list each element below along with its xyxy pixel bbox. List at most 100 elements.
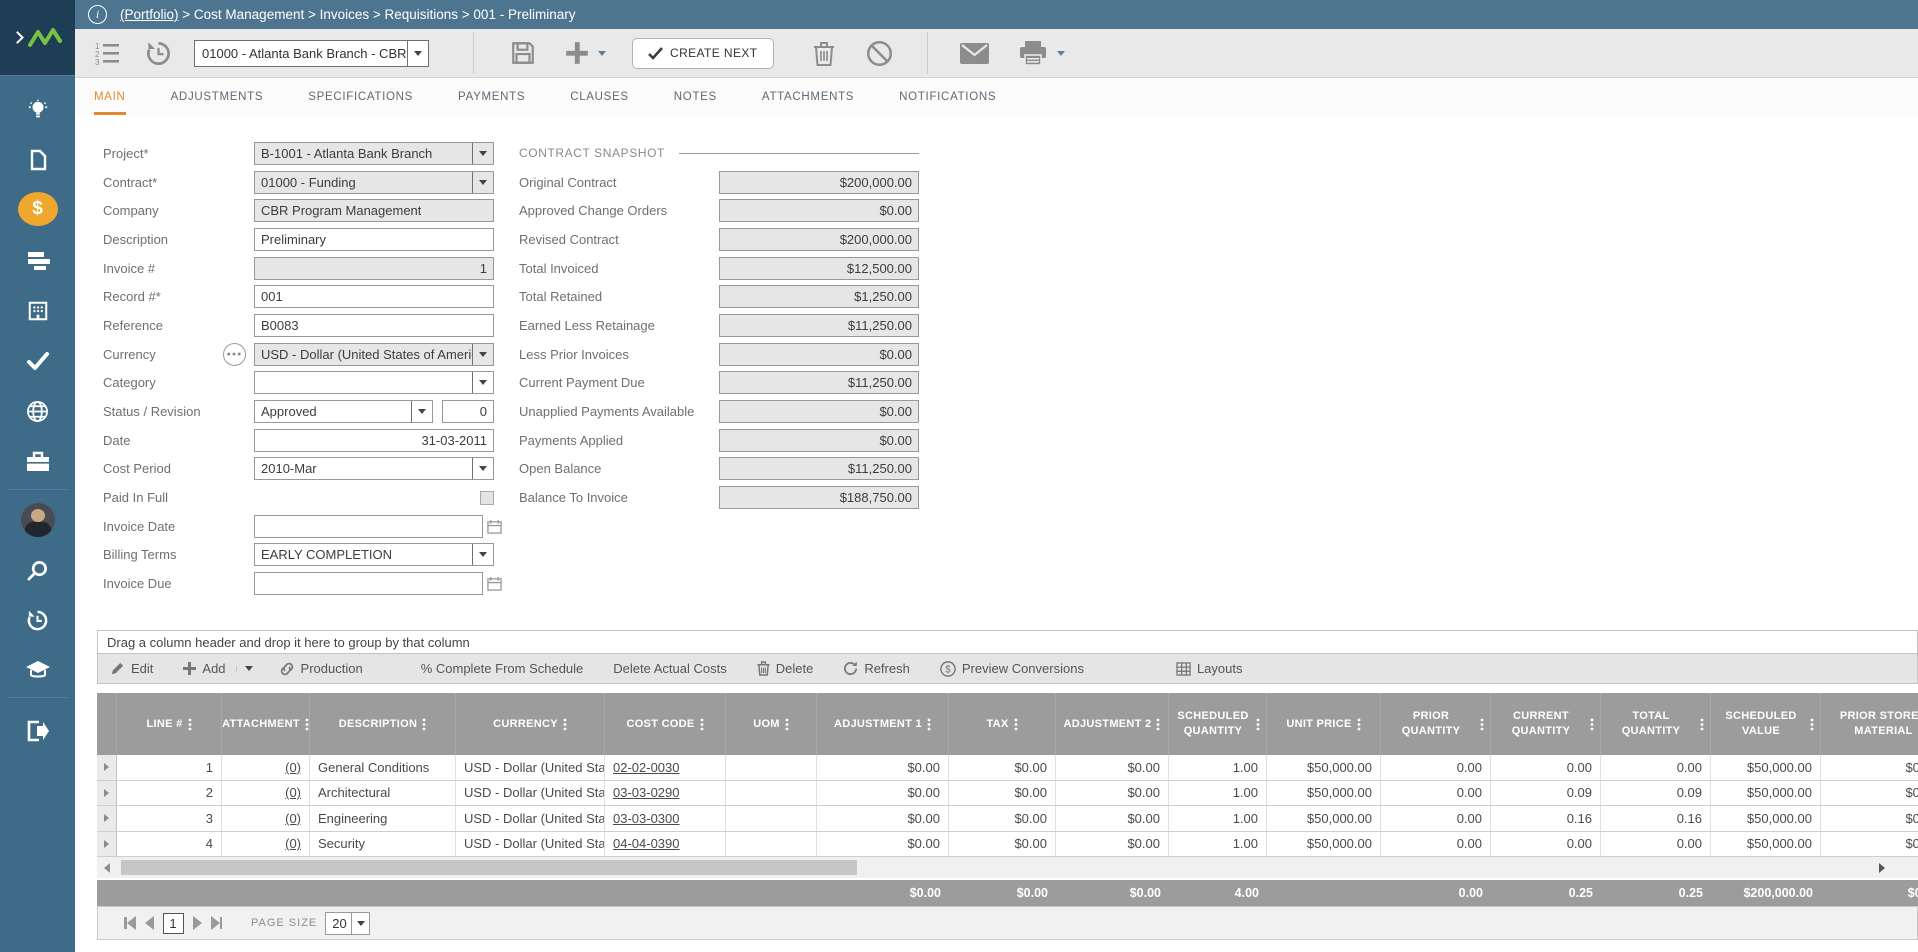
attachment-link[interactable]: (0) <box>285 785 301 800</box>
tab-attachments[interactable]: ATTACHMENTS <box>762 78 854 115</box>
column-menu-icon[interactable] <box>700 718 704 731</box>
header-scheduled-value[interactable]: SCHEDULED VALUE <box>1711 693 1821 755</box>
header-cost-code[interactable]: COST CODE <box>605 693 726 755</box>
print-dropdown-caret[interactable] <box>1057 51 1065 56</box>
header-attachment[interactable]: ATTACHMENT <box>222 693 310 755</box>
category-select[interactable] <box>254 371 494 394</box>
scroll-right-arrow[interactable] <box>1872 857 1892 878</box>
list-bars-icon[interactable] <box>0 241 75 281</box>
currency-select[interactable]: USD - Dollar (United States of America) <box>254 343 494 366</box>
column-menu-icon[interactable] <box>1256 718 1260 731</box>
tab-specifications[interactable]: SPECIFICATIONS <box>308 78 413 115</box>
header-adjustment-2[interactable]: ADJUSTMENT 2 <box>1056 693 1169 755</box>
cost-code-link[interactable]: 03-03-0290 <box>613 785 680 800</box>
date-input[interactable]: 31-03-2011 <box>254 429 494 452</box>
add-button[interactable]: Add <box>183 661 225 676</box>
prev-page-button[interactable] <box>145 916 154 930</box>
row-expand-button[interactable] <box>97 806 117 831</box>
status-select[interactable]: Approved <box>254 400 433 423</box>
layouts-button[interactable]: Layouts <box>1176 661 1243 676</box>
header-tax[interactable]: TAX <box>949 693 1056 755</box>
group-by-panel[interactable]: Drag a column header and drop it here to… <box>97 630 1918 654</box>
record-selector-dropdown[interactable]: 01000 - Atlanta Bank Branch - CBR P <box>194 40 429 67</box>
billing-terms-select[interactable]: EARLY COMPLETION <box>254 543 494 566</box>
header-description[interactable]: DESCRIPTION <box>310 693 456 755</box>
header-total-quantity[interactable]: TOTAL QUANTITY <box>1601 693 1711 755</box>
user-avatar[interactable] <box>0 500 75 540</box>
column-menu-icon[interactable] <box>1810 718 1814 731</box>
add-dropdown-caret[interactable] <box>598 51 606 56</box>
history-icon[interactable] <box>0 600 75 640</box>
row-expand-button[interactable] <box>97 781 117 806</box>
project-select[interactable]: B-1001 - Atlanta Bank Branch <box>254 142 494 165</box>
info-icon[interactable]: i <box>88 5 107 24</box>
header-prior-stored-material[interactable]: PRIOR STORED MATERIAL <box>1821 693 1918 755</box>
breadcrumb-portfolio-link[interactable]: (Portfolio) <box>120 7 179 22</box>
column-menu-icon[interactable] <box>1014 718 1018 731</box>
logout-icon[interactable] <box>0 711 75 751</box>
calendar-icon[interactable] <box>487 519 502 534</box>
revision-input[interactable]: 0 <box>442 400 494 423</box>
row-expand-button[interactable] <box>97 832 117 857</box>
graduation-cap-icon[interactable] <box>0 650 75 690</box>
tab-payments[interactable]: PAYMENTS <box>458 78 525 115</box>
calendar-icon[interactable] <box>487 576 502 591</box>
header-prior-quantity[interactable]: PRIOR QUANTITY <box>1381 693 1491 755</box>
column-menu-icon[interactable] <box>1357 718 1361 731</box>
header-line-number[interactable]: LINE # <box>117 693 222 755</box>
header-adjustment-1[interactable]: ADJUSTMENT 1 <box>817 693 949 755</box>
column-menu-icon[interactable] <box>1480 718 1484 731</box>
currency-options-button[interactable]: ●●● <box>223 343 246 366</box>
tab-main[interactable]: MAIN <box>94 78 126 115</box>
delete-actual-costs-button[interactable]: Delete Actual Costs <box>613 661 726 676</box>
column-menu-icon[interactable] <box>1700 718 1704 731</box>
scrollbar-track[interactable] <box>117 857 1872 878</box>
record-number-input[interactable]: 001 <box>254 285 494 308</box>
last-page-button[interactable] <box>211 916 223 930</box>
scrollbar-thumb[interactable] <box>121 860 857 875</box>
print-icon[interactable] <box>1019 41 1047 66</box>
row-expand-button[interactable] <box>97 755 117 780</box>
attachment-link[interactable]: (0) <box>285 811 301 826</box>
tab-clauses[interactable]: CLAUSES <box>570 78 629 115</box>
column-menu-icon[interactable] <box>1590 718 1594 731</box>
delete-button[interactable]: Delete <box>757 661 814 676</box>
next-page-button[interactable] <box>193 916 202 930</box>
add-dropdown-caret[interactable] <box>236 666 253 671</box>
current-page-number[interactable]: 1 <box>163 913 184 934</box>
refresh-button[interactable]: Refresh <box>843 661 910 676</box>
column-menu-icon[interactable] <box>305 718 309 731</box>
briefcase-icon[interactable] <box>0 441 75 481</box>
contract-select[interactable]: 01000 - Funding <box>254 171 494 194</box>
column-menu-icon[interactable] <box>1156 718 1160 731</box>
search-icon[interactable] <box>0 550 75 590</box>
cost-code-link[interactable]: 03-03-0300 <box>613 811 680 826</box>
documents-icon[interactable] <box>0 140 75 180</box>
production-button[interactable]: Production <box>279 661 363 676</box>
save-icon[interactable] <box>510 40 536 66</box>
column-menu-icon[interactable] <box>188 718 192 731</box>
column-menu-icon[interactable] <box>563 718 567 731</box>
cancel-icon[interactable] <box>866 40 893 67</box>
cost-period-select[interactable]: 2010-Mar <box>254 457 494 480</box>
cost-dollar-icon-active[interactable]: $ <box>0 189 75 229</box>
delete-icon[interactable] <box>812 40 836 67</box>
pct-complete-from-schedule-button[interactable]: % Complete From Schedule <box>421 661 584 676</box>
scroll-left-arrow[interactable] <box>97 857 117 878</box>
edit-button[interactable]: Edit <box>110 661 153 676</box>
mail-icon[interactable] <box>960 43 989 64</box>
ideas-lightbulb-icon[interactable] <box>0 90 75 130</box>
building-icon[interactable] <box>0 291 75 331</box>
add-icon[interactable] <box>564 40 590 66</box>
invoice-due-input[interactable] <box>254 572 483 595</box>
attachment-link[interactable]: (0) <box>285 836 301 851</box>
description-input[interactable]: Preliminary <box>254 228 494 251</box>
header-unit-price[interactable]: UNIT PRICE <box>1267 693 1381 755</box>
tasks-check-icon[interactable] <box>0 341 75 381</box>
numbered-list-icon[interactable]: 123 <box>95 41 121 65</box>
paid-in-full-checkbox[interactable] <box>480 491 494 505</box>
cost-code-link[interactable]: 04-04-0390 <box>613 836 680 851</box>
tab-notes[interactable]: NOTES <box>674 78 717 115</box>
first-page-button[interactable] <box>124 916 136 930</box>
app-logo[interactable] <box>0 0 75 76</box>
